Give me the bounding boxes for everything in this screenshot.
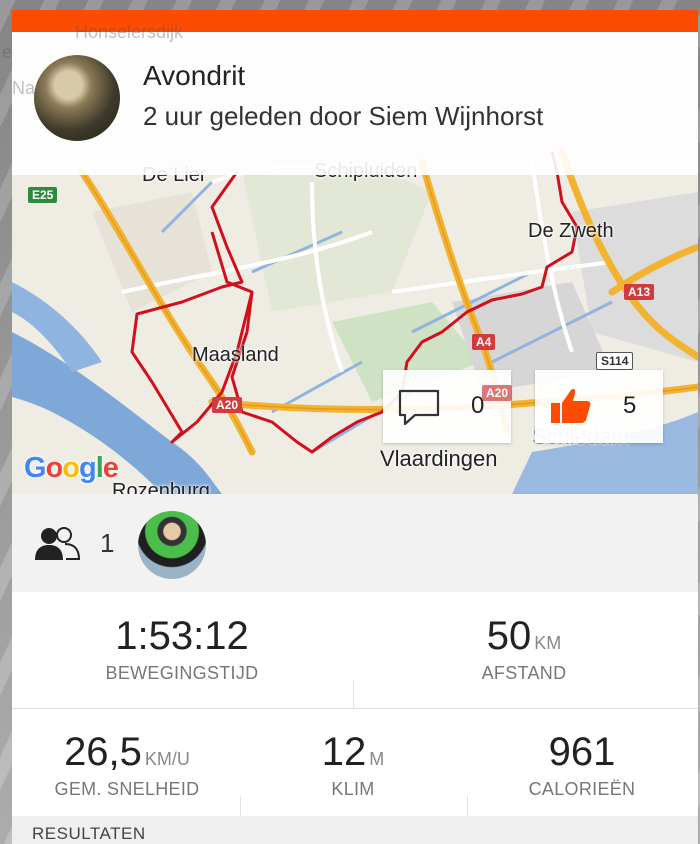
distance-value: 50 <box>486 614 532 658</box>
stat-moving-time: 1:53:12 BEWEGINGSTIJD <box>82 614 282 684</box>
avg-speed-value: 26,5 <box>64 730 142 774</box>
map-label-na: Na <box>12 78 36 98</box>
athlete-avatar[interactable] <box>138 511 206 579</box>
climb-unit: M <box>369 749 385 769</box>
climb-label: KLIM <box>331 779 375 799</box>
avg-speed-unit: KM/U <box>144 749 190 769</box>
road-badge-a4: A4 <box>472 334 496 350</box>
owner-avatar[interactable] <box>34 55 120 141</box>
distance-label: AFSTAND <box>481 663 567 683</box>
activity-title: Avondrit <box>143 60 246 91</box>
calories-value: 961 <box>548 730 616 774</box>
comment-icon <box>398 389 440 426</box>
results-label: RESULTATEN <box>32 824 146 843</box>
map-label-e: e <box>2 42 13 62</box>
road-badge-e25: E25 <box>28 187 58 203</box>
athletes-row[interactable]: 1 <box>12 494 698 592</box>
activity-subtitle: 2 uur geleden door Siem Wijnhorst <box>143 101 544 131</box>
road-badge-s114: S114 <box>596 352 634 370</box>
google-logo: Google <box>24 452 119 484</box>
avg-speed-label: GEM. SNELHEID <box>54 779 200 799</box>
road-badge-a20: A20 <box>212 397 243 413</box>
group-icon <box>35 527 80 560</box>
stat-calories: 961 CALORIEËN <box>482 730 682 800</box>
phone-screen: De Lier Schipluiden De Zweth Maasland Vl… <box>12 10 698 844</box>
map-label-maasland: Maasland <box>192 344 279 366</box>
stat-climb: 12 M KLIM <box>262 730 444 800</box>
stats-divider-horizontal <box>12 708 698 709</box>
athletes-count: 1 <box>100 528 115 558</box>
stats-divider <box>353 680 354 708</box>
activity-header[interactable]: Avondrit 2 uur geleden door Siem Wijnhor… <box>12 32 698 175</box>
results-section-header[interactable]: RESULTATEN <box>12 816 698 844</box>
kudos-count: 5 <box>623 392 637 419</box>
kudos-button[interactable]: 5 <box>535 370 663 443</box>
map-label-honselersdijk: Honselersdijk <box>75 22 184 42</box>
moving-time-value: 1:53:12 <box>115 614 249 658</box>
stat-distance: 50 KM AFSTAND <box>424 614 624 684</box>
map-label-vlaardingen: Vlaardingen <box>380 446 498 471</box>
distance-unit: KM <box>534 633 562 653</box>
map-label-de-zweth: De Zweth <box>528 220 614 242</box>
comments-button[interactable]: 0 <box>383 370 511 443</box>
moving-time-label: BEWEGINGSTIJD <box>105 663 259 683</box>
stats-panel: 1:53:12 BEWEGINGSTIJD 50 KM AFSTAND 26,5 K… <box>12 592 698 824</box>
road-badge-a20-east: A20 <box>482 385 513 401</box>
map-label-rozenburg: Rozenburg <box>112 480 210 494</box>
calories-label: CALORIEËN <box>528 779 636 799</box>
stat-avg-speed: 26,5 KM/U GEM. SNELHEID <box>32 730 222 800</box>
thumbs-up-icon <box>551 389 591 423</box>
road-badge-a13: A13 <box>624 284 655 300</box>
climb-value: 12 <box>321 730 367 774</box>
